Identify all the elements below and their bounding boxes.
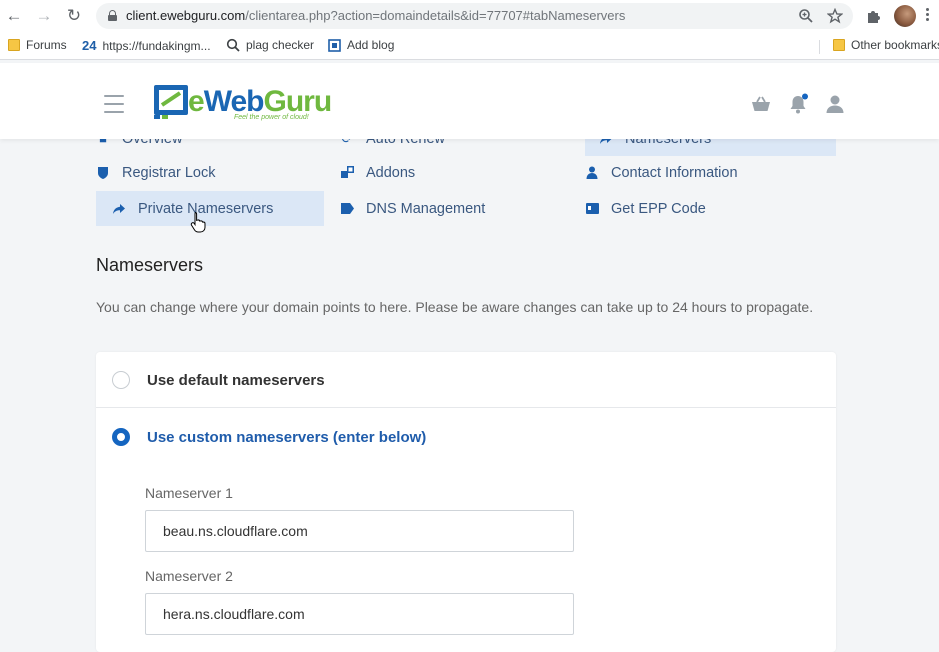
tab-registrar-lock[interactable]: Registrar Lock	[96, 155, 215, 190]
custom-nameservers-radio[interactable]	[112, 428, 130, 446]
default-nameservers-radio[interactable]	[112, 371, 130, 389]
folder-icon	[8, 39, 20, 51]
browser-menu-icon[interactable]	[926, 8, 930, 23]
hamburger-menu-icon[interactable]	[104, 95, 124, 113]
bookmark-separator	[819, 40, 820, 54]
default-nameservers-label[interactable]: Use default nameservers	[147, 372, 325, 389]
url-text[interactable]: client.ewebguru.com/clientarea.php?actio…	[126, 8, 625, 23]
notification-bell-icon[interactable]	[787, 93, 809, 115]
browser-toolbar: ← → ↻ client.ewebguru.com/clientarea.php…	[0, 0, 939, 32]
nameservers-description: You can change where your domain points …	[96, 299, 814, 315]
tab-addons[interactable]: Addons	[340, 155, 415, 190]
url-path: /clientarea.php?action=domaindetails&id=…	[245, 8, 626, 23]
bookmark-label: plag checker	[246, 38, 315, 52]
ewebguru-logo[interactable]: eWebGuru Feel the power of cloud!	[152, 83, 332, 123]
user-icon	[585, 166, 599, 180]
bookmark-forums[interactable]: Forums	[8, 38, 67, 52]
tab-private-nameservers[interactable]: Private Nameservers	[96, 191, 324, 226]
tag-icon	[340, 202, 354, 216]
nameserver-2-input[interactable]	[145, 593, 574, 635]
tab-label: Addons	[366, 164, 416, 181]
cubes-icon	[340, 166, 354, 180]
bookmark-plag-checker[interactable]: plag checker	[226, 38, 314, 52]
bookmark-add-blog[interactable]: Add blog	[328, 38, 394, 52]
id-card-icon	[585, 202, 599, 216]
search-icon	[226, 38, 240, 52]
cart-basket-icon[interactable]	[750, 93, 772, 115]
bookmark-fundaking[interactable]: 24 https://fundakingm...	[82, 38, 211, 53]
blog-icon	[328, 38, 341, 52]
bookmark-other[interactable]: Other bookmarks	[833, 38, 939, 52]
bookmark-label: https://fundakingm...	[102, 38, 211, 53]
tab-label: Contact Information	[611, 164, 738, 181]
24-icon: 24	[82, 38, 97, 53]
back-arrow-icon[interactable]: ←	[4, 6, 24, 26]
tab-dns-management[interactable]: DNS Management	[340, 191, 485, 226]
site-header: eWebGuru Feel the power of cloud!	[0, 63, 939, 139]
custom-nameservers-label[interactable]: Use custom nameservers (enter below)	[147, 429, 426, 446]
bookmark-label: Other bookmarks	[851, 38, 939, 52]
reload-icon[interactable]: ↻	[64, 6, 84, 26]
user-account-icon[interactable]	[824, 93, 846, 115]
address-bar[interactable]: client.ewebguru.com/clientarea.php?actio…	[96, 3, 853, 29]
url-host: client.ewebguru.com	[126, 8, 246, 23]
lock-icon	[108, 10, 117, 21]
profile-avatar[interactable]	[894, 5, 916, 27]
option-default-nameservers[interactable]: Use default nameservers	[96, 352, 836, 408]
shield-icon	[96, 166, 110, 180]
extensions-puzzle-icon[interactable]	[865, 8, 881, 24]
star-icon[interactable]	[827, 8, 843, 24]
nameserver-2-label: Nameserver 2	[145, 568, 233, 584]
zoom-icon[interactable]	[798, 8, 814, 24]
tab-label: Registrar Lock	[122, 164, 216, 181]
tab-label: Get EPP Code	[611, 200, 706, 217]
hand-cursor-icon	[190, 212, 206, 233]
folder-icon	[833, 39, 845, 51]
tab-label: DNS Management	[366, 200, 486, 217]
logo-e: e	[188, 85, 205, 118]
logo-tagline: Feel the power of cloud!	[234, 114, 309, 121]
share-arrow-icon	[112, 202, 126, 216]
option-custom-nameservers[interactable]: Use custom nameservers (enter below)	[96, 409, 836, 465]
nameserver-1-label: Nameserver 1	[145, 485, 233, 501]
nameserver-1-input[interactable]	[145, 510, 574, 552]
tab-get-epp-code[interactable]: Get EPP Code	[585, 191, 706, 226]
bookmark-label: Add blog	[347, 38, 395, 52]
bookmark-label: Forums	[26, 38, 67, 52]
tab-contact-information[interactable]: Contact Information	[585, 155, 738, 190]
logo-mark-icon	[154, 85, 188, 119]
nameservers-heading: Nameservers	[96, 255, 204, 275]
bookmarks-bar: Forums 24 https://fundakingm... plag che…	[0, 32, 939, 60]
forward-arrow-icon[interactable]: →	[34, 6, 54, 26]
